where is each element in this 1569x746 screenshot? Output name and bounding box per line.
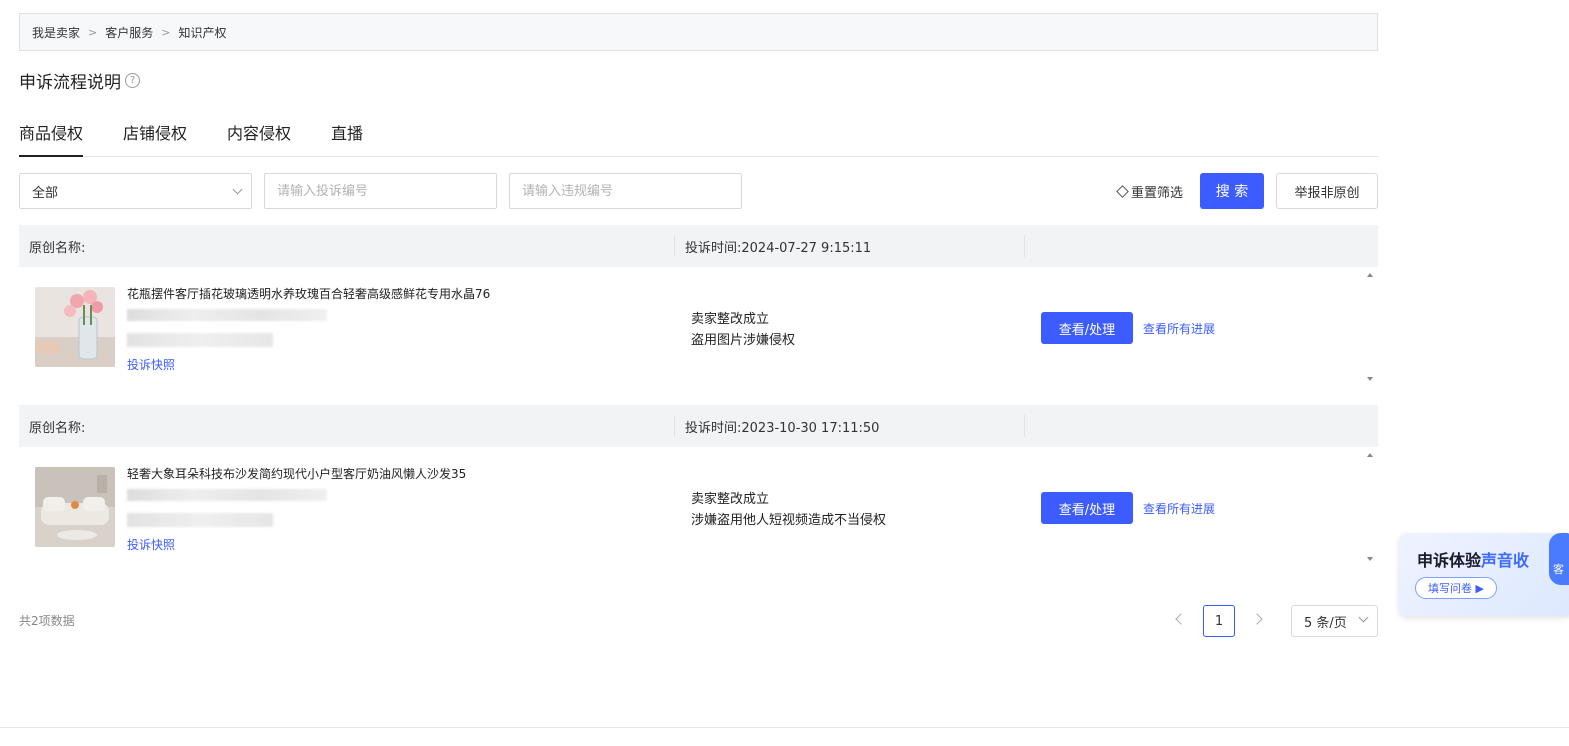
tab-store-infringement[interactable]: 店铺侵权 — [123, 120, 187, 157]
tab-product-infringement[interactable]: 商品侵权 — [19, 120, 84, 157]
fill-survey-button[interactable]: 填写问卷 ▶ — [1415, 577, 1497, 599]
feedback-survey-card[interactable]: 申诉体验声音收 填写问卷 ▶ 客 — [1399, 533, 1569, 616]
breadcrumb-item-ip: 知识产权 — [178, 25, 227, 40]
complaint-snapshot-link[interactable]: 投诉快照 — [127, 356, 175, 373]
chevron-down-icon — [232, 184, 243, 194]
record-status: 卖家整改成立 盗用图片涉嫌侵权 — [691, 309, 795, 351]
blurred-info — [127, 489, 327, 501]
original-name-label: 原创名称: — [29, 420, 86, 436]
status-select-value: 全部 — [32, 185, 59, 201]
product-thumbnail[interactable] — [35, 287, 115, 367]
footer-links — [0, 727, 1569, 746]
complaint-record: 原创名称: 投诉时间:2024-07-27 9:15:11 花瓶摆件客厅插花玻璃… — [19, 225, 1378, 387]
scroll-up-icon[interactable] — [1367, 453, 1373, 457]
survey-title-highlight: 声音收 — [1481, 551, 1530, 570]
breadcrumb-item-customer-service[interactable]: 客户服务 — [105, 24, 153, 41]
record-status: 卖家整改成立 涉嫌盗用他人短视频造成不当侵权 — [691, 489, 886, 531]
view-handle-button[interactable]: 查看/处理 — [1041, 312, 1133, 344]
status-reason: 涉嫌盗用他人短视频造成不当侵权 — [691, 513, 887, 528]
status-result: 卖家整改成立 — [691, 492, 770, 507]
tab-bar: 商品侵权 店铺侵权 内容侵权 直播 — [19, 120, 1378, 157]
blurred-info — [127, 309, 327, 321]
view-all-progress-link[interactable]: 查看所有进展 — [1143, 320, 1215, 337]
page-title-text: 申诉流程说明 — [19, 73, 121, 93]
page-size-select[interactable]: 5 条/页 — [1291, 605, 1378, 637]
scroll-down-icon[interactable] — [1367, 377, 1373, 381]
complaint-snapshot-link[interactable]: 投诉快照 — [127, 536, 175, 553]
tab-live[interactable]: 直播 — [331, 120, 363, 157]
product-name: 轻奢大象耳朵科技布沙发简约现代小户型客厅奶油风懒人沙发35 — [127, 467, 467, 481]
survey-title: 申诉体验声音收 — [1417, 547, 1529, 571]
prev-page-icon[interactable] — [1175, 613, 1187, 625]
complaint-time: 投诉时间:2024-07-27 9:15:11 — [685, 240, 872, 256]
status-select[interactable]: 全部 — [19, 173, 252, 209]
eraser-icon — [1116, 185, 1129, 198]
reset-filter-label: 重置筛选 — [1131, 186, 1184, 201]
violation-number-input[interactable] — [509, 173, 742, 209]
scroll-up-icon[interactable] — [1367, 273, 1373, 277]
product-thumbnail[interactable] — [35, 467, 115, 547]
customer-service-avatar[interactable]: 客 — [1549, 533, 1569, 585]
view-all-progress-link[interactable]: 查看所有进展 — [1143, 500, 1215, 517]
search-button[interactable]: 搜 索 — [1200, 173, 1264, 209]
product-name: 花瓶摆件客厅插花玻璃透明水养玫瑰百合轻奢高级感鲜花专用水晶76 — [127, 287, 491, 301]
complaint-number-input[interactable] — [264, 173, 497, 209]
original-name-label: 原创名称: — [29, 240, 86, 256]
page-number-current[interactable]: 1 — [1203, 605, 1235, 637]
record-scrollbar[interactable] — [1362, 267, 1378, 387]
blurred-info — [127, 513, 273, 527]
reset-filter-button[interactable]: 重置筛选 — [1116, 182, 1184, 201]
status-reason: 盗用图片涉嫌侵权 — [691, 333, 796, 348]
breadcrumb-item-seller[interactable]: 我是卖家 — [32, 24, 80, 41]
tab-content-infringement[interactable]: 内容侵权 — [227, 120, 291, 157]
breadcrumb-separator: > — [161, 25, 171, 39]
help-icon[interactable]: ? — [125, 73, 140, 88]
breadcrumb-separator: > — [88, 25, 98, 39]
complaint-time: 投诉时间:2023-10-30 17:11:50 — [685, 420, 880, 436]
scroll-down-icon[interactable] — [1367, 557, 1373, 561]
record-scrollbar[interactable] — [1362, 447, 1378, 567]
record-header: 原创名称: 投诉时间:2024-07-27 9:15:11 — [19, 225, 1378, 267]
record-body: 花瓶摆件客厅插花玻璃透明水养玫瑰百合轻奢高级感鲜花专用水晶76 投诉快照 卖家整… — [19, 267, 1378, 387]
report-non-original-button[interactable]: 举报非原创 — [1276, 173, 1378, 209]
page-title: 申诉流程说明 ? — [19, 68, 140, 93]
status-result: 卖家整改成立 — [691, 312, 770, 327]
chevron-down-icon — [1358, 612, 1369, 623]
blurred-info — [127, 333, 273, 347]
breadcrumb: 我是卖家 > 客户服务 > 知识产权 — [19, 13, 1378, 51]
complaint-record: 原创名称: 投诉时间:2023-10-30 17:11:50 轻奢大象耳朵科技布… — [19, 405, 1378, 567]
record-header: 原创名称: 投诉时间:2023-10-30 17:11:50 — [19, 405, 1378, 447]
page-size-value: 5 条/页 — [1304, 615, 1347, 631]
survey-title-prefix: 申诉体验 — [1417, 551, 1482, 570]
view-handle-button[interactable]: 查看/处理 — [1041, 492, 1133, 524]
next-page-icon[interactable] — [1251, 613, 1263, 625]
total-count: 共2项数据 — [19, 614, 75, 628]
record-body: 轻奢大象耳朵科技布沙发简约现代小户型客厅奶油风懒人沙发35 投诉快照 卖家整改成… — [19, 447, 1378, 567]
